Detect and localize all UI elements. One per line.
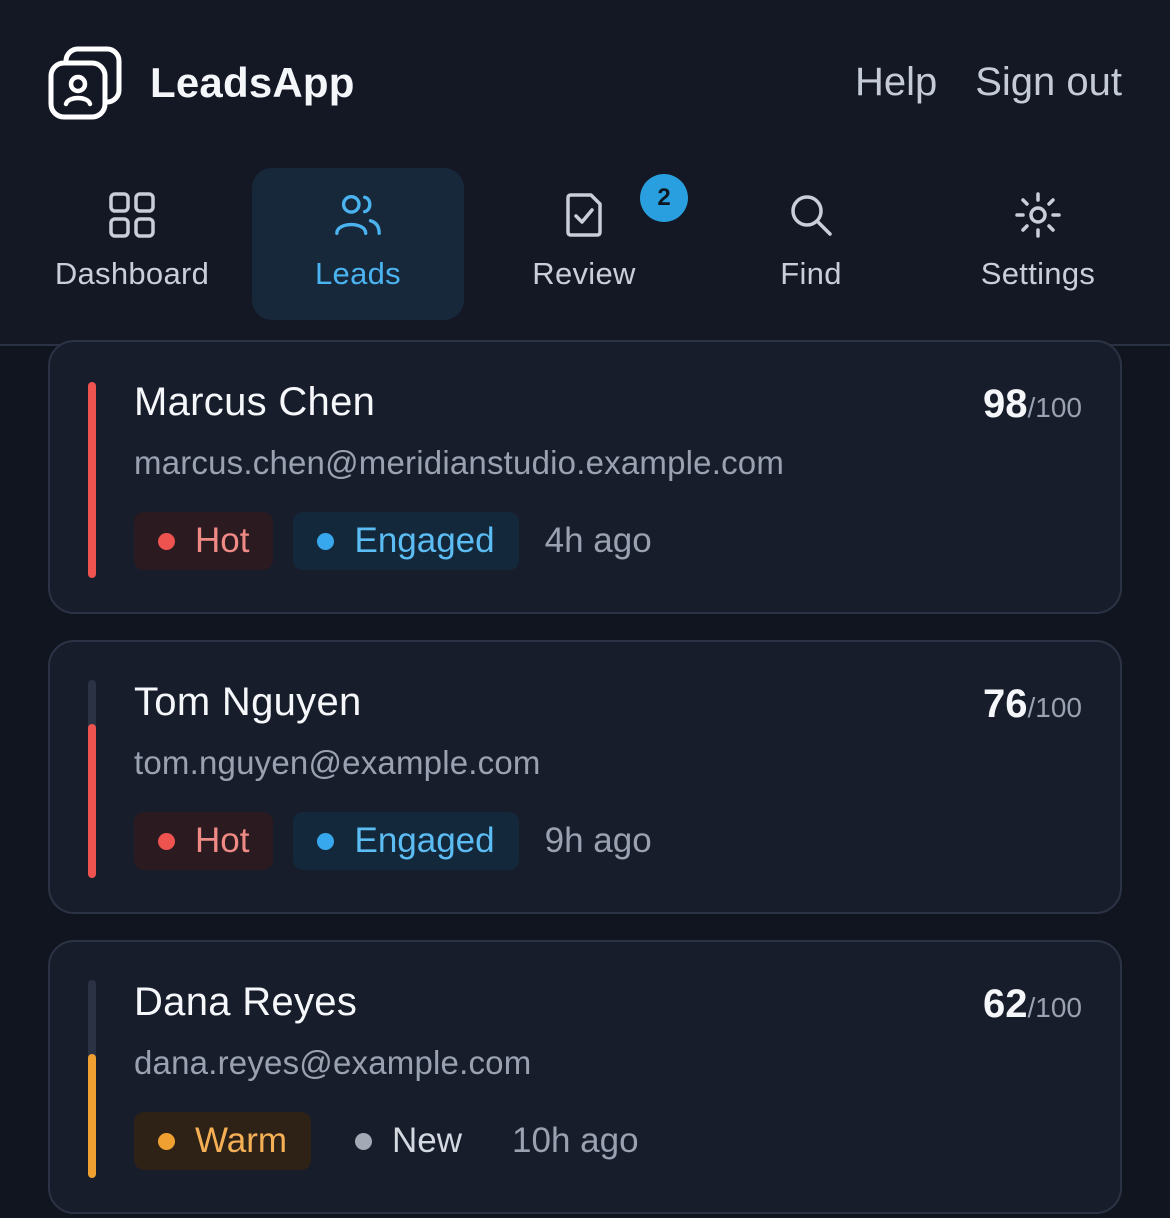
lead-tags: Warm New 10h ago — [134, 1112, 639, 1170]
score-max: /100 — [1027, 992, 1083, 1023]
warm-indicator-stripe — [88, 1054, 96, 1178]
status-label: New — [392, 1121, 463, 1160]
score-value: 98 — [983, 382, 1028, 426]
status-dot-icon — [158, 532, 175, 550]
status-badge: Engaged — [293, 512, 519, 570]
score-value: 76 — [983, 682, 1028, 726]
hot-indicator-stripe — [88, 724, 96, 878]
brand[interactable]: LeadsApp — [48, 46, 355, 120]
status-dot-icon — [158, 1132, 175, 1150]
temperature-label: Hot — [195, 821, 250, 860]
sign-out-link[interactable]: Sign out — [975, 60, 1122, 105]
lead-name: Marcus Chen — [134, 380, 376, 424]
header-links: Help Sign out — [855, 60, 1122, 105]
users-icon — [333, 190, 383, 240]
tab-settings[interactable]: Settings — [932, 168, 1144, 320]
top-bar: LeadsApp Help Sign out Dashboard Leads R… — [0, 0, 1170, 346]
last-activity-time: 4h ago — [544, 521, 652, 560]
score-value: 62 — [983, 982, 1028, 1026]
lead-card[interactable]: Marcus Chen 98 /100 marcus.chen@meridian… — [48, 340, 1122, 614]
status-dot-icon — [158, 832, 175, 850]
lead-email: dana.reyes@example.com — [134, 1044, 532, 1081]
tab-label: Settings — [980, 256, 1096, 291]
hot-indicator-stripe — [88, 382, 96, 578]
grid-icon — [107, 190, 157, 240]
status-dot-icon — [317, 532, 335, 550]
temperature-badge: Hot — [134, 812, 274, 870]
score-max: /100 — [1027, 692, 1083, 723]
temperature-badge: Warm — [134, 1112, 312, 1170]
review-count-badge: 2 — [640, 174, 688, 222]
status-badge: Engaged — [293, 812, 519, 870]
tab-find[interactable]: Find — [705, 168, 917, 320]
last-activity-time: 9h ago — [544, 821, 652, 860]
nav-tabs: Dashboard Leads Review Find Settings 2 — [0, 168, 1170, 320]
lead-score: 98 /100 — [983, 382, 1082, 427]
tab-leads[interactable]: Leads — [252, 168, 464, 320]
lead-name: Tom Nguyen — [134, 680, 362, 724]
temperature-label: Hot — [195, 521, 250, 560]
temperature-label: Warm — [195, 1121, 288, 1160]
last-activity-time: 10h ago — [512, 1121, 639, 1160]
app-logo-icon — [48, 46, 122, 120]
app-root: LeadsApp Help Sign out Dashboard Leads R… — [0, 0, 1170, 1218]
lead-card[interactable]: Dana Reyes 62 /100 dana.reyes@example.co… — [48, 940, 1122, 1214]
tab-label: Review — [532, 256, 636, 291]
lead-score: 62 /100 — [983, 982, 1082, 1027]
lead-tags: Hot Engaged 9h ago — [134, 812, 652, 870]
status-dot-icon — [317, 832, 335, 850]
score-max: /100 — [1027, 392, 1083, 423]
lead-name: Dana Reyes — [134, 980, 358, 1024]
tab-label: Dashboard — [54, 256, 210, 291]
app-name: LeadsApp — [150, 59, 355, 106]
lead-card[interactable]: Tom Nguyen 76 /100 tom.nguyen@example.co… — [48, 640, 1122, 914]
status-label: Engaged — [354, 821, 495, 860]
lead-email: tom.nguyen@example.com — [134, 744, 541, 781]
tab-label: Find — [780, 256, 842, 291]
sun-gear-icon — [1013, 190, 1063, 240]
lead-tags: Hot Engaged 4h ago — [134, 512, 652, 570]
search-icon — [786, 190, 836, 240]
status-badge: New — [331, 1112, 486, 1170]
help-link[interactable]: Help — [855, 60, 937, 105]
temperature-badge: Hot — [134, 512, 274, 570]
status-label: Engaged — [354, 521, 495, 560]
lead-email: marcus.chen@meridianstudio.example.com — [134, 444, 785, 481]
tab-dashboard[interactable]: Dashboard — [26, 168, 238, 320]
status-dot-icon — [355, 1132, 373, 1150]
lead-score: 76 /100 — [983, 682, 1082, 727]
tab-label: Leads — [315, 256, 401, 291]
checklist-icon — [559, 190, 609, 240]
